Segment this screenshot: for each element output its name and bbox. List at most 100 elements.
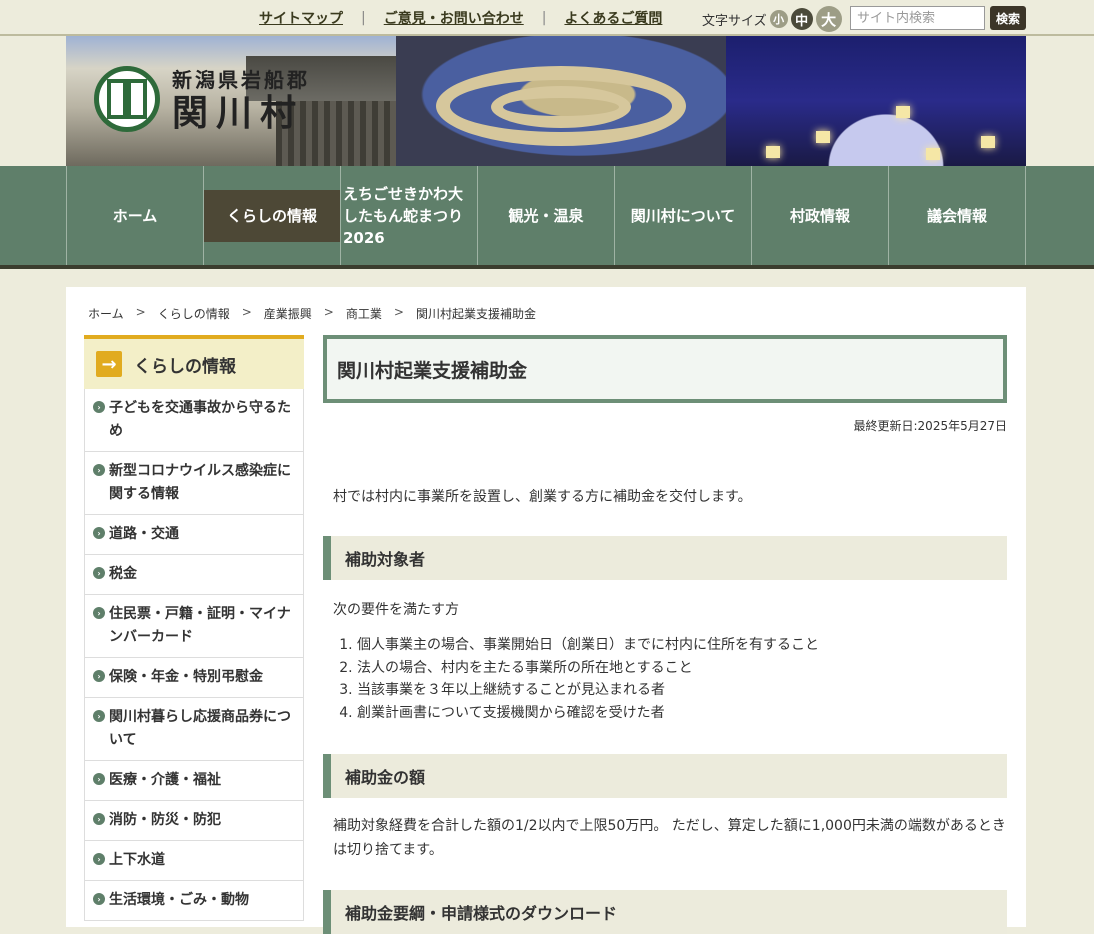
section-heading-amount: 補助金の額 — [323, 754, 1007, 798]
list-item: 法人の場合、村内を主たる事業所の所在地とすること — [357, 657, 1007, 680]
lantern — [766, 146, 780, 158]
breadcrumb-commerce[interactable]: 商工業 — [346, 305, 382, 322]
breadcrumb: ホーム > くらしの情報 > 産業振興 > 商工業 > 関川村起業支援補助金 — [88, 305, 536, 322]
snow-mound — [786, 76, 986, 166]
contact-link[interactable]: ご意見・お問い合わせ — [384, 8, 524, 28]
sidebar-item-label: 上下水道 — [109, 852, 165, 868]
breadcrumb-separator: > — [393, 305, 404, 319]
nav-link[interactable]: 関川村について — [631, 205, 736, 227]
breadcrumb-industry[interactable]: 産業振興 — [264, 305, 312, 322]
separator: | — [541, 10, 547, 26]
banner-photo-snake-festival — [396, 36, 726, 166]
chevron-right-icon: › — [93, 670, 105, 682]
sidebar-item[interactable]: › 消防・防災・防犯 — [85, 801, 303, 841]
chevron-right-icon: › — [93, 893, 105, 905]
nav-item-assembly[interactable]: 議会情報 — [889, 166, 1026, 265]
section-heading-download: 補助金要綱・申請様式のダウンロード — [323, 890, 1007, 934]
logo-text: 新潟県岩船郡 関川村 — [172, 64, 310, 133]
chevron-right-icon: › — [93, 567, 105, 579]
nav-link[interactable]: 村政情報 — [790, 205, 850, 227]
snake-coil-inner — [491, 86, 631, 128]
sidebar-item-label: 新型コロナウイルス感染症に関する情報 — [109, 463, 291, 502]
site-search: 検索 — [850, 6, 1026, 30]
sidebar-item[interactable]: › 新型コロナウイルス感染症に関する情報 — [85, 452, 303, 515]
sidebar-item-label: 医療・介護・福祉 — [109, 772, 221, 788]
banner-photo-snow-lanterns — [726, 36, 1026, 166]
chevron-right-icon: › — [93, 464, 105, 476]
nav-item-tourism[interactable]: 観光・温泉 — [478, 166, 615, 265]
nav-item-festival[interactable]: えちごせきかわ大したもん蛇まつり2026 — [341, 166, 478, 265]
sidebar-item[interactable]: › 医療・介護・福祉 — [85, 761, 303, 801]
sidebar-item[interactable]: › 子どもを交通事故から守るため — [85, 389, 303, 452]
sidebar-item[interactable]: › 税金 — [85, 555, 303, 595]
lantern — [926, 148, 940, 160]
sidebar-item-label: 道路・交通 — [109, 526, 179, 542]
village-emblem-icon — [94, 65, 160, 132]
font-size-large-button[interactable]: 大 — [815, 6, 842, 32]
sidebar-item-label: 生活環境・ごみ・動物 — [109, 892, 249, 908]
lantern — [896, 106, 910, 118]
main-content: 関川村起業支援補助金 最終更新日:2025年5月27日 村では村内に事業所を設置… — [323, 335, 1007, 934]
eligibility-list: 個人事業主の場合、事業開始日（創業日）までに村内に住所を有すること 法人の場合、… — [323, 634, 1007, 724]
section-heading-eligibility: 補助対象者 — [323, 536, 1007, 580]
global-nav: ホーム くらしの情報 えちごせきかわ大したもん蛇まつり2026 観光・温泉 関川… — [0, 166, 1094, 269]
logo-prefecture: 新潟県岩船郡 — [172, 68, 310, 92]
nav-item-about[interactable]: 関川村について — [615, 166, 752, 265]
chevron-right-icon: › — [93, 607, 105, 619]
sidebar-item[interactable]: › 道路・交通 — [85, 515, 303, 555]
nav-link[interactable]: えちごせきかわ大したもん蛇まつり2026 — [341, 183, 477, 249]
list-item: 個人事業主の場合、事業開始日（創業日）までに村内に住所を有すること — [357, 634, 1007, 657]
utility-links: サイトマップ | ご意見・お問い合わせ | よくあるご質問 — [259, 8, 662, 28]
nav-link[interactable]: ホーム — [113, 205, 158, 227]
top-utility-bar: サイトマップ | ご意見・お問い合わせ | よくあるご質問 文字サイズ 小 中 … — [0, 0, 1094, 36]
sidebar-item-label: 保険・年金・特別弔慰金 — [109, 669, 263, 685]
chevron-right-icon: › — [93, 853, 105, 865]
sidebar-header[interactable]: → くらしの情報 — [84, 335, 304, 389]
sidebar-item-label: 住民票・戸籍・証明・マイナンバーカード — [109, 606, 291, 645]
sidebar-item-label: 関川村暮らし応援商品券について — [109, 709, 291, 748]
nav-item-home[interactable]: ホーム — [67, 166, 204, 265]
font-size-small-button[interactable]: 小 — [769, 10, 788, 28]
sidebar: → くらしの情報 › 子どもを交通事故から守るため › 新型コロナウイルス感染症に関… — [84, 335, 304, 921]
sidebar-item[interactable]: › 関川村暮らし応援商品券について — [85, 698, 303, 761]
list-item: 創業計画書について支援機関から確認を受けた者 — [357, 702, 1007, 725]
list-item: 当該事業を３年以上継続することが見込まれる者 — [357, 679, 1007, 702]
sidebar-item[interactable]: › 住民票・戸籍・証明・マイナンバーカード — [85, 595, 303, 658]
sidebar-item[interactable]: › 生活環境・ごみ・動物 — [85, 881, 303, 921]
breadcrumb-current: 関川村起業支援補助金 — [415, 307, 536, 321]
chevron-right-icon: › — [93, 813, 105, 825]
separator: | — [361, 10, 366, 26]
eligibility-intro: 次の要件を満たす方 — [333, 602, 459, 618]
nav-item-living[interactable]: くらしの情報 — [204, 166, 341, 265]
nav-link[interactable]: くらしの情報 — [204, 189, 340, 242]
font-size-label: 文字サイズ — [702, 13, 767, 29]
site-logo[interactable]: 新潟県岩船郡 関川村 — [94, 64, 310, 133]
last-updated: 最終更新日:2025年5月27日 — [853, 419, 1008, 433]
sitemap-link[interactable]: サイトマップ — [259, 8, 343, 28]
breadcrumb-living[interactable]: くらしの情報 — [158, 305, 230, 322]
chevron-right-icon: › — [93, 401, 105, 413]
sidebar-item[interactable]: › 上下水道 — [85, 841, 303, 881]
lead-text: 村では村内に事業所を設置し、創業する方に補助金を交付します。 — [333, 489, 752, 505]
faq-link[interactable]: よくあるご質問 — [564, 8, 662, 28]
font-size-medium-button[interactable]: 中 — [790, 8, 813, 30]
nav-item-administration[interactable]: 村政情報 — [752, 166, 889, 265]
nav-link[interactable]: 観光・温泉 — [508, 205, 583, 227]
sidebar-item[interactable]: › 保険・年金・特別弔慰金 — [85, 658, 303, 698]
arrow-right-icon: → — [96, 351, 122, 377]
nav-link[interactable]: 議会情報 — [927, 205, 987, 227]
chevron-right-icon: › — [93, 773, 105, 785]
content-container: ホーム > くらしの情報 > 産業振興 > 商工業 > 関川村起業支援補助金 →… — [66, 287, 1026, 934]
sidebar-item-label: 消防・防災・防犯 — [109, 812, 221, 828]
breadcrumb-home[interactable]: ホーム — [88, 305, 124, 322]
sidebar-item-label: 子どもを交通事故から守るため — [109, 400, 291, 439]
sidebar-item-label: 税金 — [109, 566, 137, 582]
breadcrumb-separator: > — [323, 305, 334, 319]
sidebar-title: くらしの情報 — [134, 356, 236, 377]
breadcrumb-separator: > — [241, 305, 252, 319]
search-button[interactable]: 検索 — [990, 6, 1026, 30]
search-input[interactable] — [850, 6, 985, 30]
site-header: 新潟県岩船郡 関川村 — [0, 36, 1094, 166]
chevron-right-icon: › — [93, 527, 105, 539]
font-size-control: 文字サイズ 小 中 大 — [702, 6, 842, 32]
